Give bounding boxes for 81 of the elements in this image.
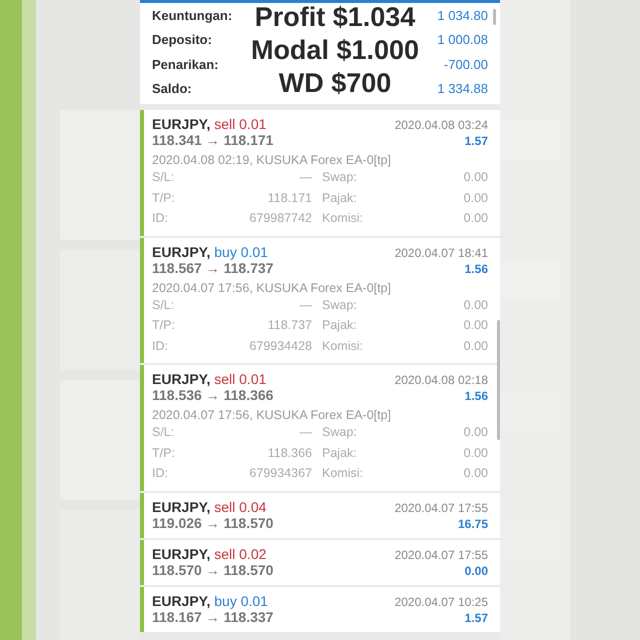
deal-title: EURJPY, buy 0.01 (152, 244, 268, 260)
deal-card[interactable]: EURJPY, sell 0.02 2020.04.07 17:55 118.570 → 118.570 0.00 (140, 540, 500, 584)
field-label: Pajak: (321, 190, 357, 205)
field-label: ID: (152, 466, 168, 480)
deal-title: EURJPY, sell 0.01 (152, 371, 266, 387)
deal-card[interactable]: EURJPY, buy 0.01 2020.04.07 18:41 118.567 → 118.737 1.56 2020.04.07 17:56, KUSUKA Forex EA-0[tp] S/L: — Swap: 0.00 T/P: 118.737 Pajak: 0.00 ID: 679934428 Komisi: 0.00 (140, 238, 500, 363)
field-label: Swap: (321, 298, 357, 312)
field-label: Pajak: (321, 318, 357, 332)
field-label: S/L: (152, 425, 174, 440)
field-label: ID: (152, 211, 168, 226)
deal-comment: 2020.04.07 17:56, KUSUKA Forex EA-0[tp] (152, 408, 392, 422)
field-value: 679934428 (249, 338, 312, 353)
deal-time: 2020.04.08 02:18 (394, 373, 488, 387)
deal-card[interactable]: EURJPY, sell 0.01 2020.04.08 03:24 118.341 → 118.171 1.57 2020.04.08 02:19, KUSUKA Forex EA-0[tp] S/L: — Swap: 0.00 T/P: 118.171 Pajak: 0.00 ID: 679987742 Komisi: 0.00 (140, 110, 500, 236)
field-value: 118.737 (268, 318, 312, 332)
summary-value: -700.00 (444, 56, 488, 72)
field-label: Swap: (321, 425, 357, 440)
field-label: S/L: (152, 170, 174, 184)
field-label: ID: (152, 338, 168, 353)
field-value: 0.00 (464, 338, 488, 353)
deal-prices: 118.341 → 118.171 (152, 132, 274, 148)
field-value: — (300, 425, 312, 440)
deal-profit: 16.75 (458, 516, 488, 530)
overlay-caption: Modal $1.000 (250, 34, 420, 67)
field-label: Komisi: (321, 338, 363, 353)
field-value: 0.00 (464, 298, 488, 312)
summary-label: Keuntungan: (152, 8, 232, 23)
deal-profit: 0.00 (464, 564, 488, 578)
field-value: 0.00 (464, 466, 488, 480)
summary-label: Penarikan: (152, 56, 218, 72)
field-value: 0.00 (464, 446, 488, 460)
field-value: 0.00 (464, 170, 488, 184)
field-label: Pajak: (321, 446, 357, 460)
deal-time: 2020.04.07 10:25 (394, 594, 488, 608)
deal-time: 2020.04.07 17:55 (394, 548, 488, 562)
field-label: Swap: (321, 170, 357, 184)
field-label: Komisi: (321, 211, 363, 226)
deal-prices: 118.570 → 118.570 (152, 562, 274, 578)
field-value: 0.00 (464, 190, 488, 205)
field-value: — (300, 298, 312, 312)
field-value: 0.00 (464, 318, 488, 332)
deal-comment: 2020.04.07 17:56, KUSUKA Forex EA-0[tp] (152, 280, 392, 294)
deal-time: 2020.04.07 18:41 (394, 246, 488, 260)
field-label: Komisi: (321, 466, 363, 480)
deal-card[interactable]: EURJPY, buy 0.01 2020.04.07 10:25 118.167 → 118.337 1.57 (140, 586, 500, 632)
overlay-caption: WD $700 (278, 67, 392, 100)
summary-value: 1 000.08 (437, 32, 488, 48)
deal-profit: 1.57 (464, 610, 488, 624)
overlay-caption: Profit $1.034 (254, 1, 416, 34)
deal-profit: 1.56 (464, 389, 488, 403)
deal-title: EURJPY, buy 0.01 (152, 592, 268, 608)
deal-title: EURJPY, sell 0.04 (152, 498, 266, 514)
deal-profit: 1.56 (464, 262, 488, 276)
deal-prices: 118.567 → 118.737 (152, 260, 274, 276)
deal-time: 2020.04.07 17:55 (394, 500, 488, 514)
field-value: 0.00 (464, 425, 488, 440)
field-value: 118.366 (268, 446, 312, 460)
summary-label: Saldo: (152, 81, 192, 96)
field-value: 0.00 (464, 211, 488, 226)
summary-value: 1 034.80 (437, 8, 488, 23)
field-label: T/P: (152, 318, 175, 332)
field-label: S/L: (152, 298, 174, 312)
deal-prices: 118.536 → 118.366 (152, 387, 274, 403)
deal-prices: 119.026 → 118.570 (152, 514, 274, 530)
field-value: — (300, 170, 312, 184)
summary-label: Deposito: (152, 32, 212, 48)
deal-prices: 118.167 → 118.337 (152, 608, 274, 624)
field-value: 118.171 (268, 190, 312, 205)
deal-profit: 1.57 (464, 134, 488, 148)
field-label: T/P: (152, 190, 175, 205)
deal-title: EURJPY, sell 0.01 (152, 116, 266, 132)
deal-card[interactable]: EURJPY, sell 0.04 2020.04.07 17:55 119.026 → 118.570 16.75 (140, 492, 500, 538)
field-value: 679987742 (249, 211, 312, 226)
summary-value: 1 334.88 (437, 81, 488, 96)
deal-title: EURJPY, sell 0.02 (152, 546, 266, 562)
field-value: 679934367 (249, 466, 312, 480)
field-label: T/P: (152, 446, 175, 460)
deal-time: 2020.04.08 03:24 (394, 118, 488, 132)
deal-comment: 2020.04.08 02:19, KUSUKA Forex EA-0[tp] (152, 153, 392, 167)
scrollbar (493, 9, 496, 25)
deal-card[interactable]: EURJPY, sell 0.01 2020.04.08 02:18 118.536 → 118.366 1.56 2020.04.07 17:56, KUSUKA Forex EA-0[tp] S/L: — Swap: 0.00 T/P: 118.366 Pajak: 0.00 ID: 679934367 Komisi: 0.00 (140, 365, 500, 490)
